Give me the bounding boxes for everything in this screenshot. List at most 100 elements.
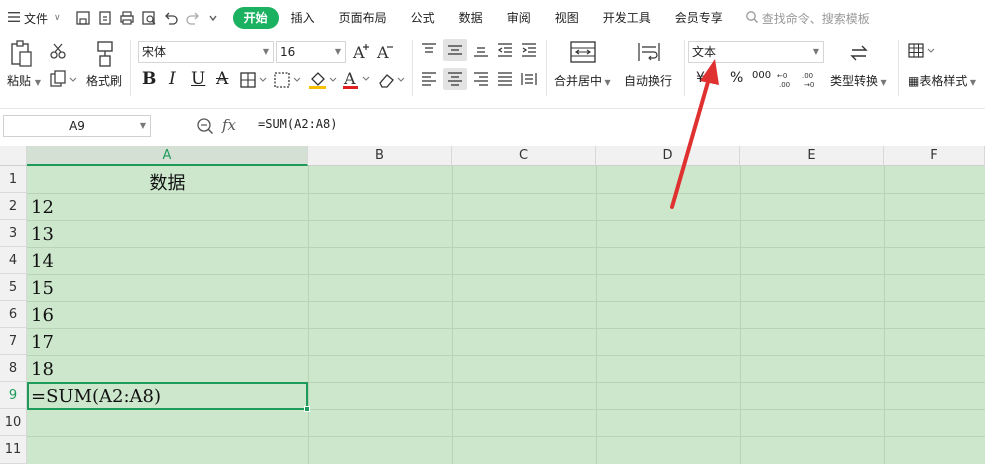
paste-button[interactable]: 粘贴 ▼ (7, 72, 41, 89)
tab-home[interactable]: 开始 (232, 7, 279, 29)
formula-input[interactable]: =SUM(A2:A8) (258, 117, 337, 131)
cell-style-icon[interactable] (274, 72, 304, 91)
gridline (308, 166, 309, 464)
column-header-f[interactable]: F (884, 146, 985, 166)
annotation-arrow (670, 59, 719, 209)
increase-font-icon[interactable]: A (352, 41, 372, 64)
clear-format-icon[interactable] (377, 71, 407, 92)
decrease-indent-icon[interactable] (496, 42, 514, 61)
align-bottom-icon[interactable] (472, 42, 490, 61)
wrap-text-icon[interactable] (636, 40, 662, 67)
save-icon[interactable] (75, 10, 91, 26)
customize-toolbar-icon[interactable] (207, 12, 219, 24)
tab-review[interactable]: 审阅 (495, 7, 543, 29)
row-header-4[interactable]: 4 (0, 247, 27, 274)
merge-center-icon[interactable] (570, 40, 596, 67)
row-header-11[interactable]: 11 (0, 436, 27, 464)
export-pdf-icon[interactable] (97, 10, 113, 26)
chevron-down-icon: ▼ (334, 47, 341, 56)
chevron-down-icon: ▼ (139, 121, 146, 130)
tab-member[interactable]: 会员专享 (663, 7, 735, 29)
font-size-select[interactable]: 16 ▼ (276, 41, 346, 63)
format-painter-button[interactable]: 格式刷 (86, 72, 122, 89)
format-painter-icon[interactable] (94, 40, 116, 71)
table-style-button[interactable]: ▦表格样式 ▼ (908, 72, 976, 89)
percent-button[interactable]: % (730, 70, 743, 86)
increase-indent-icon[interactable] (520, 42, 538, 61)
row-header-7[interactable]: 7 (0, 328, 27, 355)
distributed-align-icon[interactable] (520, 71, 538, 90)
cell-a1[interactable]: 数据 (27, 169, 308, 195)
merge-center-button[interactable]: 合并居中 ▼ (554, 72, 611, 89)
borders-icon[interactable] (240, 72, 270, 91)
column-header-b[interactable]: B (308, 146, 452, 166)
underline-icon[interactable]: U (191, 69, 205, 89)
align-left-icon[interactable] (420, 71, 438, 90)
cut-icon[interactable] (49, 42, 67, 63)
row-header-1[interactable]: 1 (0, 166, 27, 193)
convert-type-icon[interactable] (848, 42, 870, 67)
cell-a8[interactable]: 18 (31, 359, 54, 380)
spreadsheet-grid[interactable]: A B C D E F 1 2 3 4 5 6 7 8 9 10 11 数据 1… (0, 146, 985, 464)
decrease-font-icon[interactable]: A (376, 41, 396, 64)
row-header-2[interactable]: 2 (0, 193, 27, 220)
tab-page-layout[interactable]: 页面布局 (327, 7, 399, 29)
column-header-a[interactable]: A (27, 146, 308, 166)
fill-color-icon[interactable] (308, 70, 338, 93)
name-box[interactable]: A9 ▼ (3, 115, 151, 137)
convert-type-label: 类型转换 (830, 74, 879, 88)
cell-a7[interactable]: 17 (31, 332, 54, 353)
command-search[interactable]: 查找命令、搜索模板 (745, 10, 870, 27)
tab-data[interactable]: 数据 (447, 7, 495, 29)
bold-icon[interactable]: B (142, 69, 156, 89)
row-header-10[interactable]: 10 (0, 409, 27, 436)
cell-a3[interactable]: 13 (31, 224, 54, 245)
svg-text:A: A (376, 43, 389, 61)
table-insert-icon[interactable] (908, 43, 938, 62)
table-style-icon: ▦ (908, 74, 920, 88)
row-header-6[interactable]: 6 (0, 301, 27, 328)
gridline (27, 247, 985, 248)
row-header-5[interactable]: 5 (0, 274, 27, 301)
increase-decimal-icon[interactable]: ←0.00 (777, 70, 797, 91)
file-menu[interactable]: 文件 ∨ (0, 0, 61, 36)
print-icon[interactable] (119, 10, 135, 26)
thousands-separator-button[interactable]: 000 (752, 70, 771, 81)
redo-icon[interactable] (185, 10, 201, 26)
justify-icon[interactable] (496, 71, 514, 90)
cell-a4[interactable]: 14 (31, 251, 54, 272)
font-name-select[interactable]: 宋体 ▼ (138, 41, 274, 63)
row-header-9[interactable]: 9 (0, 382, 27, 409)
font-color-icon[interactable]: A (342, 69, 372, 93)
decrease-decimal-icon[interactable]: .00 →0 (802, 70, 822, 91)
italic-icon[interactable]: I (169, 69, 176, 89)
select-all-corner[interactable] (0, 146, 27, 166)
column-header-e[interactable]: E (740, 146, 884, 166)
print-preview-icon[interactable] (141, 10, 157, 26)
undo-icon[interactable] (163, 10, 179, 26)
convert-type-button[interactable]: 类型转换 ▼ (830, 72, 887, 89)
column-header-c[interactable]: C (452, 146, 596, 166)
row-header-8[interactable]: 8 (0, 355, 27, 382)
tab-view[interactable]: 视图 (543, 7, 591, 29)
tab-developer[interactable]: 开发工具 (591, 7, 663, 29)
align-middle-icon[interactable] (443, 39, 467, 61)
align-right-icon[interactable] (472, 71, 490, 90)
align-top-icon[interactable] (420, 42, 438, 61)
row-header-3[interactable]: 3 (0, 220, 27, 247)
fill-handle[interactable] (304, 406, 310, 412)
menu-bar: 文件 ∨ 开始 插入 页面布局 公式 数据 审阅 视图 开发工具 会员专享 查找… (0, 0, 985, 36)
tab-insert[interactable]: 插入 (279, 7, 327, 29)
tab-formulas[interactable]: 公式 (399, 7, 447, 29)
cell-a6[interactable]: 16 (31, 305, 54, 326)
insert-function-button[interactable]: fx (222, 116, 236, 134)
svg-text:A: A (352, 43, 365, 61)
cell-a2[interactable]: 12 (31, 197, 54, 218)
align-center-icon[interactable] (443, 68, 467, 90)
copy-icon[interactable] (49, 70, 77, 91)
paste-icon[interactable] (8, 40, 34, 71)
zoom-icon[interactable] (196, 117, 214, 138)
strikethrough-icon[interactable]: A (216, 69, 228, 89)
cell-a5[interactable]: 15 (31, 278, 54, 299)
hamburger-icon (8, 11, 20, 25)
